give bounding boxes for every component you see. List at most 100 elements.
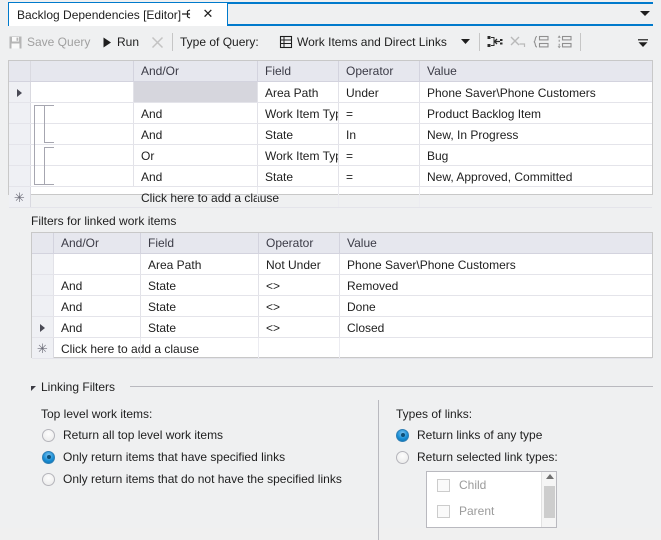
cell-field[interactable]: Work Item Type [258, 103, 339, 124]
table-row[interactable]: And State = New, Approved, Committed [9, 166, 652, 187]
row-selector[interactable] [32, 317, 54, 338]
row-selector[interactable] [32, 296, 54, 317]
cell-and-or[interactable]: And [54, 275, 141, 296]
cell-value[interactable]: Phone Saver\Phone Customers [420, 82, 652, 103]
cell-and-or[interactable]: And [134, 166, 258, 187]
query-clause-grid[interactable]: And/Or Field Operator Value Area Path Under Ph… [8, 60, 653, 208]
add-clause-text[interactable]: Click here to add a clause [54, 338, 652, 359]
row-selector[interactable] [9, 166, 31, 187]
cell-field[interactable]: State [141, 275, 259, 296]
scrollbar-thumb[interactable] [544, 486, 555, 518]
cell-value[interactable]: Closed [340, 317, 652, 338]
row-selector[interactable] [9, 124, 31, 145]
cell-value[interactable]: Product Backlog Item [420, 103, 652, 124]
cell-and-or[interactable]: And [54, 296, 141, 317]
new-row-selector[interactable]: ✳ [32, 338, 54, 359]
chevron-down-icon[interactable] [639, 8, 651, 18]
cell-value[interactable]: New, Approved, Committed [420, 166, 652, 187]
save-query-button[interactable]: Save Query [8, 31, 90, 53]
add-clause-row[interactable]: ✳ Click here to add a clause [9, 187, 652, 208]
cell-operator[interactable]: Under [339, 82, 420, 103]
linked-clause-grid[interactable]: And/Or Field Operator Value Area Path Not Und… [31, 232, 653, 359]
cell-value[interactable]: Phone Saver\Phone Customers [340, 254, 652, 275]
radio-only-items-without-links[interactable]: Only return items that do not have the s… [42, 472, 342, 486]
cell-operator[interactable]: = [339, 145, 420, 166]
list-item[interactable]: Parent [427, 498, 556, 524]
checkbox-child[interactable] [437, 478, 450, 492]
table-row[interactable]: Area Path Under Phone Saver\Phone Customer… [9, 82, 652, 103]
row-selector[interactable] [9, 82, 31, 103]
table-row[interactable]: And State In New, In Progress [9, 124, 652, 145]
row-selector[interactable] [9, 103, 31, 124]
cell-operator[interactable]: = [339, 103, 420, 124]
cell-operator[interactable]: <> [259, 296, 340, 317]
cell-field[interactable]: State [141, 317, 259, 338]
cell-and-or[interactable] [134, 82, 258, 103]
cell-value[interactable]: Bug [420, 145, 652, 166]
radio-return-selected-link-types[interactable]: Return selected link types: [396, 450, 558, 464]
row-selector[interactable] [9, 145, 31, 166]
cell-field[interactable]: State [141, 296, 259, 317]
new-row-selector[interactable]: ✳ [9, 187, 31, 208]
query-type-selector[interactable]: Work Items and Direct Links [279, 31, 447, 53]
cell-field[interactable]: State [258, 166, 339, 187]
scroll-up-arrow-icon[interactable] [546, 474, 554, 479]
cell-and-or[interactable]: And [134, 103, 258, 124]
column-header-value[interactable]: Value [420, 61, 652, 81]
pin-icon[interactable] [179, 7, 193, 21]
column-header-value[interactable]: Value [340, 233, 652, 253]
column-header-field[interactable]: Field [141, 233, 259, 253]
table-row[interactable]: Area Path Not Under Phone Saver\Phone Cust… [32, 254, 652, 275]
insert-link-clause-button[interactable] [487, 31, 503, 53]
column-header-and-or[interactable]: And/Or [54, 233, 141, 253]
cell-value[interactable]: New, In Progress [420, 124, 652, 145]
chevron-down-icon[interactable] [461, 39, 470, 45]
row-selector[interactable] [32, 275, 54, 296]
cell-operator[interactable]: <> [259, 317, 340, 338]
cell-and-or[interactable]: Or [134, 145, 258, 166]
table-row[interactable]: OrWork Item Type=Bug [9, 145, 652, 166]
radio-return-all-top-level[interactable]: Return all top level work items [42, 428, 223, 442]
table-row[interactable]: And State <> Done [32, 296, 652, 317]
table-row[interactable]: And State <> Closed [32, 317, 652, 338]
ungroup-clause-button[interactable] [556, 31, 572, 53]
table-row[interactable]: And State <> Removed [32, 275, 652, 296]
add-clause-row[interactable]: ✳ Click here to add a clause [32, 338, 652, 359]
cell-operator[interactable]: = [339, 166, 420, 187]
cell-field[interactable]: Area Path [258, 82, 339, 103]
cell-field[interactable]: Work Item Type [258, 145, 339, 166]
linking-filters-expander[interactable]: Linking Filters [31, 380, 115, 394]
cell-and-or[interactable] [54, 254, 141, 275]
radio-only-items-with-links[interactable]: Only return items that have specified li… [42, 450, 285, 464]
checkbox-parent[interactable] [437, 504, 450, 518]
cell-divider [257, 82, 258, 103]
add-clause-text[interactable]: Click here to add a clause [134, 187, 652, 208]
listbox-scrollbar[interactable] [541, 472, 556, 527]
tab-backlog-dependencies[interactable]: Backlog Dependencies [Editor] ✕ [8, 2, 228, 26]
column-header-and-or[interactable]: And/Or [134, 61, 258, 81]
delete-clause-button[interactable] [510, 31, 526, 53]
link-types-listbox[interactable]: Child Parent [426, 471, 557, 528]
column-header-operator[interactable]: Operator [339, 61, 420, 81]
table-row[interactable]: AndWork Item Type=Product Backlog Item [9, 103, 652, 124]
run-button[interactable]: Run [101, 31, 139, 53]
column-header-field[interactable]: Field [258, 61, 339, 81]
cell-field[interactable]: Area Path [141, 254, 259, 275]
cell-operator[interactable]: In [339, 124, 420, 145]
cell-and-or[interactable]: And [134, 124, 258, 145]
cell-operator[interactable]: Not Under [259, 254, 340, 275]
radio-return-links-any-type[interactable]: Return links of any type [396, 428, 542, 442]
cell-operator[interactable]: <> [259, 275, 340, 296]
group-clause-button[interactable] [533, 31, 549, 53]
cell-field[interactable]: State [258, 124, 339, 145]
stop-query-button[interactable] [150, 31, 165, 53]
row-selector[interactable] [32, 254, 54, 275]
cell-and-or[interactable]: And [54, 317, 141, 338]
list-item[interactable]: Child [427, 472, 556, 498]
column-header-operator[interactable]: Operator [259, 233, 340, 253]
cell-divider [140, 317, 141, 338]
cell-value[interactable]: Done [340, 296, 652, 317]
toolbar-overflow-icon[interactable] [637, 39, 649, 48]
close-icon[interactable]: ✕ [201, 6, 215, 22]
cell-value[interactable]: Removed [340, 275, 652, 296]
